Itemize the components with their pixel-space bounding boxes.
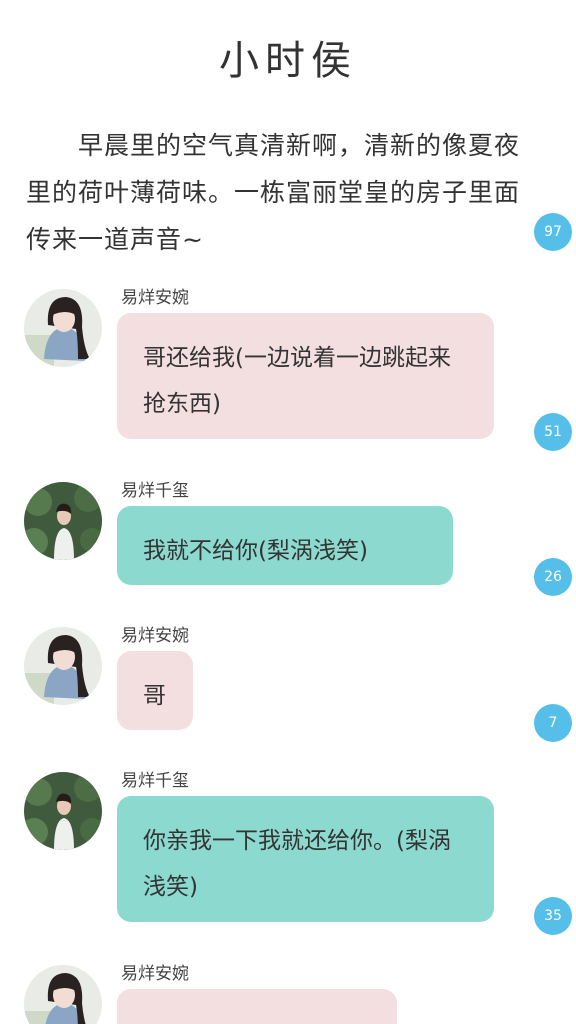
- message-bubble: 我就不给你(梨涡浅笑): [117, 506, 453, 585]
- avatar-girl[interactable]: [24, 289, 102, 367]
- story-intro-paragraph: 早晨里的空气真清新啊，清新的像夏夜里的荷叶薄荷味。一栋富丽堂皇的房子里面传来一道…: [26, 131, 521, 254]
- avatar-girl[interactable]: [24, 627, 102, 705]
- message-bubble: 哥还给我(一边说着一边跳起来抢东西): [117, 313, 494, 439]
- comment-count-badge[interactable]: 35: [534, 897, 572, 935]
- boy-portrait-image: [24, 772, 102, 850]
- message-bubble: [117, 989, 397, 1024]
- girl-portrait-image: [24, 965, 102, 1024]
- boy-portrait-image: [24, 482, 102, 560]
- comment-count-badge[interactable]: 26: [534, 558, 572, 596]
- comment-count-badge[interactable]: 51: [534, 413, 572, 451]
- message-bubble: 你亲我一下我就还给你。(梨涡浅笑): [117, 796, 494, 922]
- sender-name: 易烊千玺: [121, 481, 189, 501]
- girl-portrait-image: [24, 627, 102, 705]
- sender-name: 易烊安婉: [121, 964, 189, 984]
- avatar-boy[interactable]: [24, 772, 102, 850]
- comment-count-badge[interactable]: 7: [534, 704, 572, 742]
- girl-portrait-image: [24, 289, 102, 367]
- sender-name: 易烊安婉: [121, 288, 189, 308]
- story-title: 小时侯: [219, 38, 357, 84]
- sender-name: 易烊安婉: [121, 626, 189, 646]
- avatar-girl[interactable]: [24, 965, 102, 1024]
- message-bubble: 哥: [117, 651, 193, 730]
- avatar-boy[interactable]: [24, 482, 102, 560]
- comment-count-badge[interactable]: 97: [534, 213, 572, 251]
- sender-name: 易烊千玺: [121, 771, 189, 791]
